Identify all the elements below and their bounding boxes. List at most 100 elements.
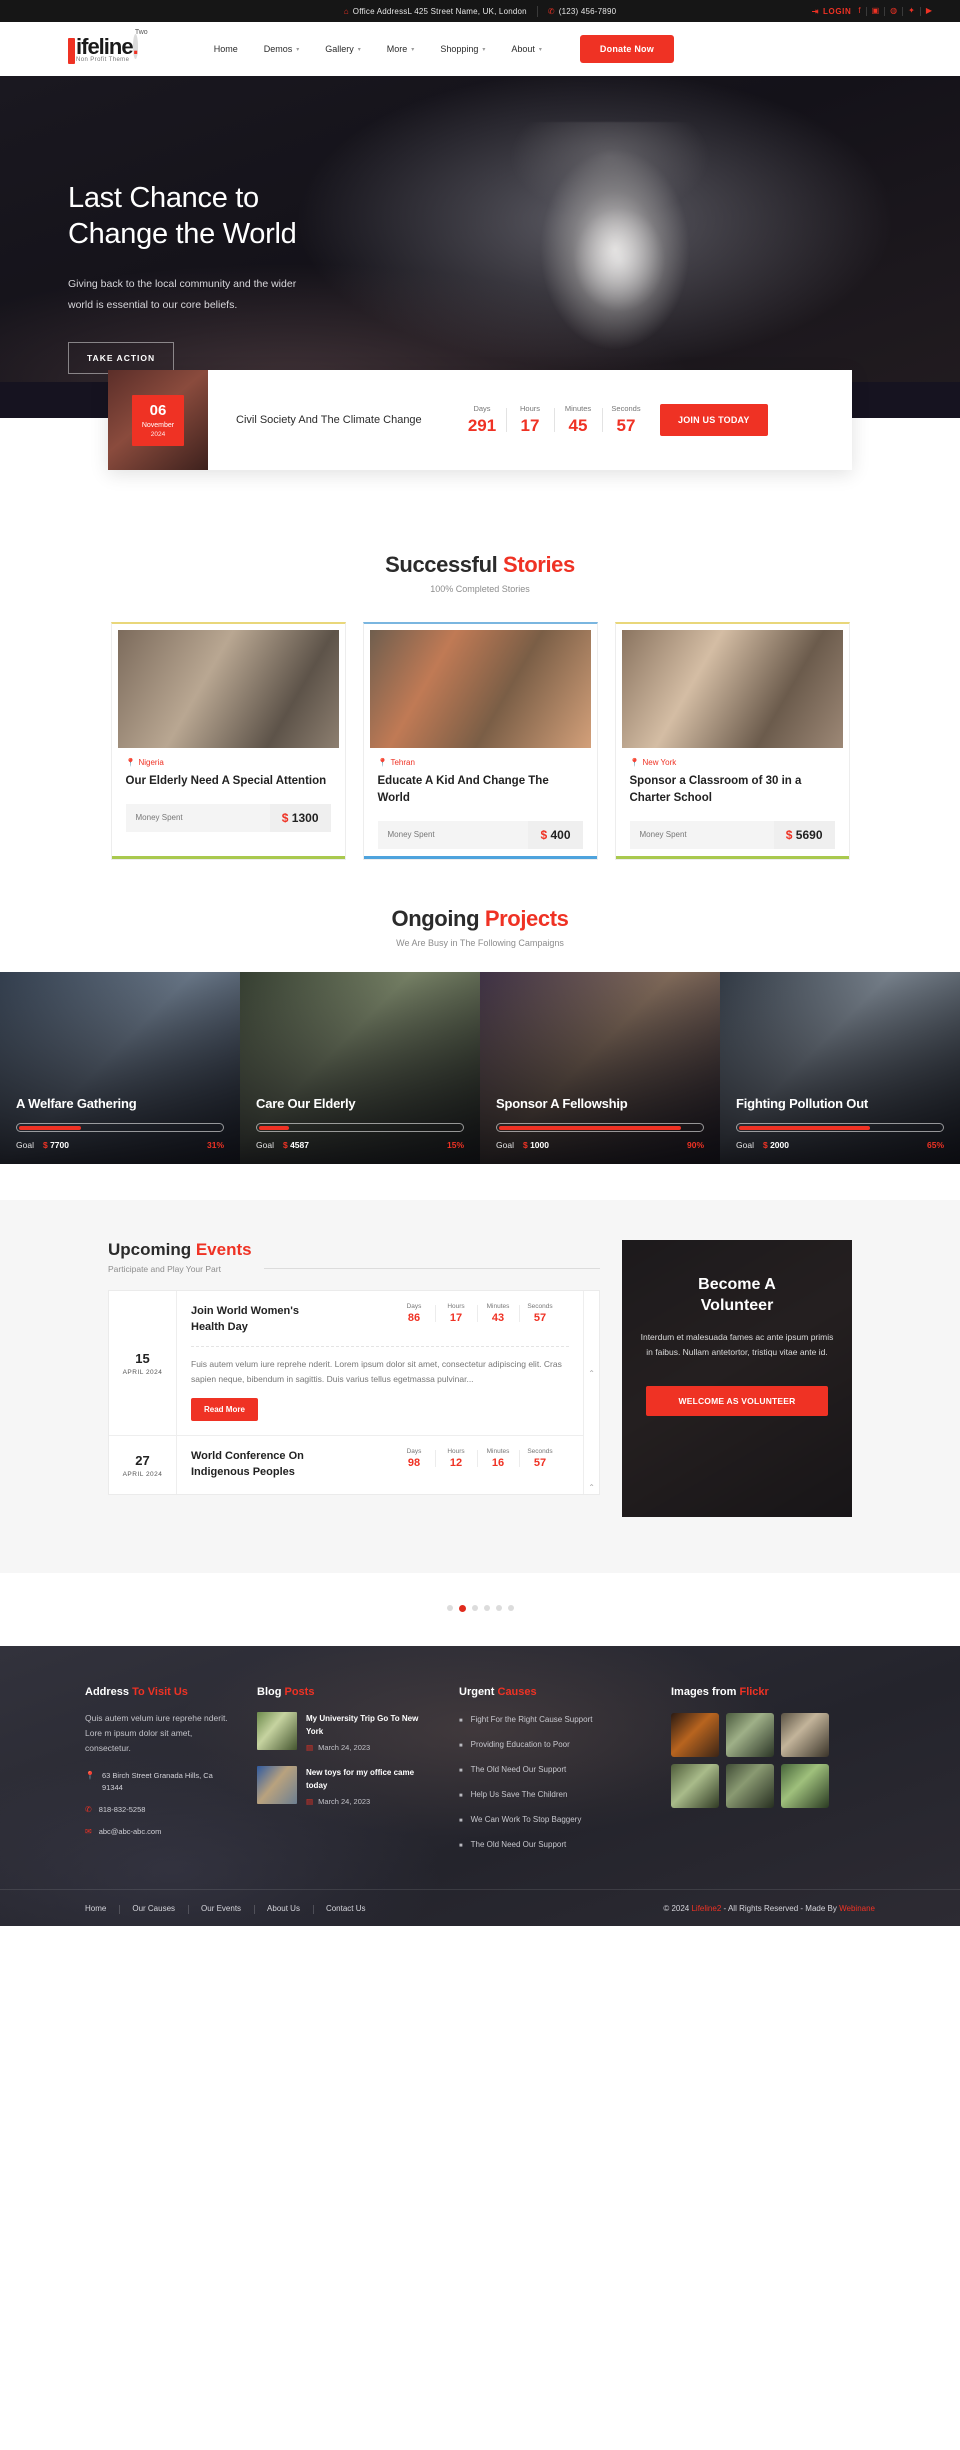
footer-columns: Address To Visit Us Quis autem velum iur… [85, 1686, 875, 1853]
story-money-amount: $ 1300 [269, 804, 331, 832]
carousel-dot[interactable] [483, 1605, 490, 1611]
carousel-dot[interactable] [507, 1605, 514, 1611]
social-divider [884, 6, 886, 16]
project-card[interactable]: Sponsor A Fellowship Goal $ 1000 90% [480, 972, 720, 1164]
flickr-thumbnail[interactable] [671, 1764, 719, 1808]
footer-cause-item[interactable]: ■ Fight For the Right Cause Support [459, 1713, 649, 1728]
youtube-icon[interactable]: ▶ [926, 7, 932, 15]
footer-contact-phone[interactable]: ✆ 818-832-5258 [85, 1804, 235, 1816]
logo-main-text: ifeline [76, 33, 134, 59]
event-unit-label: Minutes [486, 1303, 510, 1310]
footer-cause-item[interactable]: ■ The Old Need Our Support [459, 1838, 649, 1853]
events-items: 15 APRIL 2024 Join World Women's Health … [109, 1291, 583, 1494]
nav-item-more[interactable]: More ▾ [387, 44, 415, 54]
story-body: 📍 Tehran Educate A Kid And Change The Wor… [370, 748, 591, 849]
copyright-author[interactable]: Webinane [839, 1904, 875, 1913]
event-header-row: World Conference On Indigenous Peoples D… [191, 1448, 569, 1480]
join-us-today-button[interactable]: JOIN US TODAY [660, 404, 768, 436]
footer-contact-text: abc@abc-abc.com [98, 1827, 162, 1836]
carousel-dot-active[interactable] [458, 1605, 466, 1612]
footer-blog-column: Blog Posts My University Trip Go To New … [257, 1686, 437, 1853]
twitter-icon[interactable]: ✦ [908, 7, 915, 15]
footer-cause-item[interactable]: ■ We Can Work To Stop Baggery [459, 1813, 649, 1828]
instagram-icon[interactable]: ▣ [872, 7, 880, 15]
project-card[interactable]: Fighting Pollution Out Goal $ 2000 65% [720, 972, 960, 1164]
event-title: Civil Society And The Climate Change [236, 414, 422, 426]
footer-flickr-grid [671, 1713, 871, 1808]
scroll-up-icon[interactable]: ⌃ [588, 1369, 595, 1378]
map-pin-icon: 📍 [85, 1771, 95, 1780]
site-logo[interactable]: ifeline. Two Non Profit Theme [68, 29, 148, 64]
nav-item-home[interactable]: Home [214, 44, 238, 54]
nav-label: About [511, 44, 535, 54]
story-card[interactable]: 📍 New York Sponsor a Classroom of 30 in a… [614, 622, 850, 860]
countdown-unit-label: Minutes [564, 404, 592, 413]
login-button[interactable]: ⇥ LOGIN [812, 7, 852, 16]
footer-cause-item[interactable]: ■ Providing Education to Poor [459, 1738, 649, 1753]
stories-subtitle: 100% Completed Stories [430, 584, 530, 594]
carousel-dot[interactable] [471, 1605, 478, 1611]
ongoing-projects-section: Ongoing Projects We Are Busy in The Foll… [0, 860, 960, 1164]
read-more-button[interactable]: Read More [191, 1398, 258, 1421]
chevron-down-icon: ▾ [411, 46, 415, 53]
event-date-day: 15 [135, 1350, 150, 1366]
story-money-row: Money Spent $ 1300 [125, 804, 331, 832]
facebook-icon[interactable]: f [858, 7, 860, 15]
footer-contact-list: 📍 63 Birch Street Granada Hills, Ca 91344… [85, 1770, 235, 1838]
story-card[interactable]: 📍 Nigeria Our Elderly Need A Special Atte… [110, 622, 346, 860]
project-card[interactable]: Care Our Elderly Goal $ 4587 15% [240, 972, 480, 1164]
event-list-item[interactable]: 15 APRIL 2024 Join World Women's Health … [109, 1291, 583, 1436]
welcome-as-volunteer-button[interactable]: WELCOME AS VOLUNTEER [646, 1386, 828, 1416]
footer-cause-item[interactable]: ■ Help Us Save The Children [459, 1788, 649, 1803]
event-unit-label: Seconds [527, 1448, 553, 1455]
event-list-item[interactable]: 27 APRIL 2024 World Conference On Indige… [109, 1436, 583, 1494]
nav-item-demos[interactable]: Demos ▾ [264, 44, 300, 54]
footer-contact-email[interactable]: ✉ abc@abc-abc.com [85, 1826, 235, 1838]
flickr-thumbnail[interactable] [781, 1713, 829, 1757]
flickr-thumbnail[interactable] [726, 1713, 774, 1757]
story-title: Educate A Kid And Change The World [377, 775, 549, 804]
countdown-unit-hours: Hours 17 [506, 404, 554, 436]
bullet-square-icon: ■ [459, 1818, 463, 1824]
nav-label: Gallery [325, 44, 354, 54]
flickr-thumbnail[interactable] [726, 1764, 774, 1808]
carousel-dot[interactable] [446, 1605, 453, 1611]
nav-item-about[interactable]: About ▾ [511, 44, 542, 54]
nav-item-gallery[interactable]: Gallery ▾ [325, 44, 361, 54]
carousel-dots [0, 1573, 960, 1646]
footer-causes-column: Urgent Causes ■ Fight For the Right Cause… [459, 1686, 649, 1853]
nav-item-shopping[interactable]: Shopping ▾ [440, 44, 485, 54]
footer-blog-post[interactable]: My University Trip Go To New York ▤ March… [257, 1712, 437, 1752]
event-name: Join World Women's Health Day [191, 1305, 299, 1333]
footer-cause-item[interactable]: ■ The Old Need Our Support [459, 1763, 649, 1778]
snapchat-icon[interactable]: ◍ [890, 7, 897, 15]
footer-link-home[interactable]: Home [85, 1904, 119, 1913]
countdown-unit-label: Hours [519, 404, 540, 413]
project-goal-amount: 2000 [770, 1140, 789, 1150]
flickr-thumbnail[interactable] [781, 1764, 829, 1808]
volunteer-paragraph: Interdum et malesuada fames ac ante ipsu… [640, 1332, 834, 1357]
story-amount: 5690 [795, 828, 823, 842]
story-money-amount: $ 5690 [773, 821, 835, 849]
event-countdown-days: Days 98 [393, 1448, 435, 1469]
countdown-unit-seconds: Seconds 57 [602, 404, 650, 436]
flickr-thumbnail[interactable] [671, 1713, 719, 1757]
events-scroll-rail[interactable]: ⌃ ⌃ [583, 1291, 599, 1494]
carousel-dot[interactable] [495, 1605, 502, 1611]
footer-link-about-us[interactable]: About Us [254, 1904, 313, 1914]
footer-link-our-causes[interactable]: Our Causes [119, 1904, 188, 1914]
event-name: World Conference On Indigenous Peoples [191, 1450, 304, 1478]
footer-link-our-events[interactable]: Our Events [188, 1904, 254, 1914]
footer-blog-post[interactable]: New toys for my office came today ▤ March… [257, 1766, 437, 1806]
footer-blog-title-plain: Blog [257, 1686, 285, 1698]
project-card[interactable]: A Welfare Gathering Goal $ 7700 31% [0, 972, 240, 1164]
story-card[interactable]: 📍 Tehran Educate A Kid And Change The Wor… [362, 622, 598, 860]
event-unit-value: 98 [407, 1457, 421, 1469]
scroll-up-icon[interactable]: ⌃ [588, 1483, 595, 1492]
copyright-brand[interactable]: Lifeline2 [691, 1904, 721, 1913]
footer-link-contact-us[interactable]: Contact Us [312, 1904, 379, 1914]
donate-now-button[interactable]: Donate Now [579, 35, 674, 63]
story-location: 📍 Tehran [378, 758, 583, 767]
chevron-down-icon: ▾ [482, 46, 486, 53]
event-unit-value: 57 [533, 1457, 547, 1469]
